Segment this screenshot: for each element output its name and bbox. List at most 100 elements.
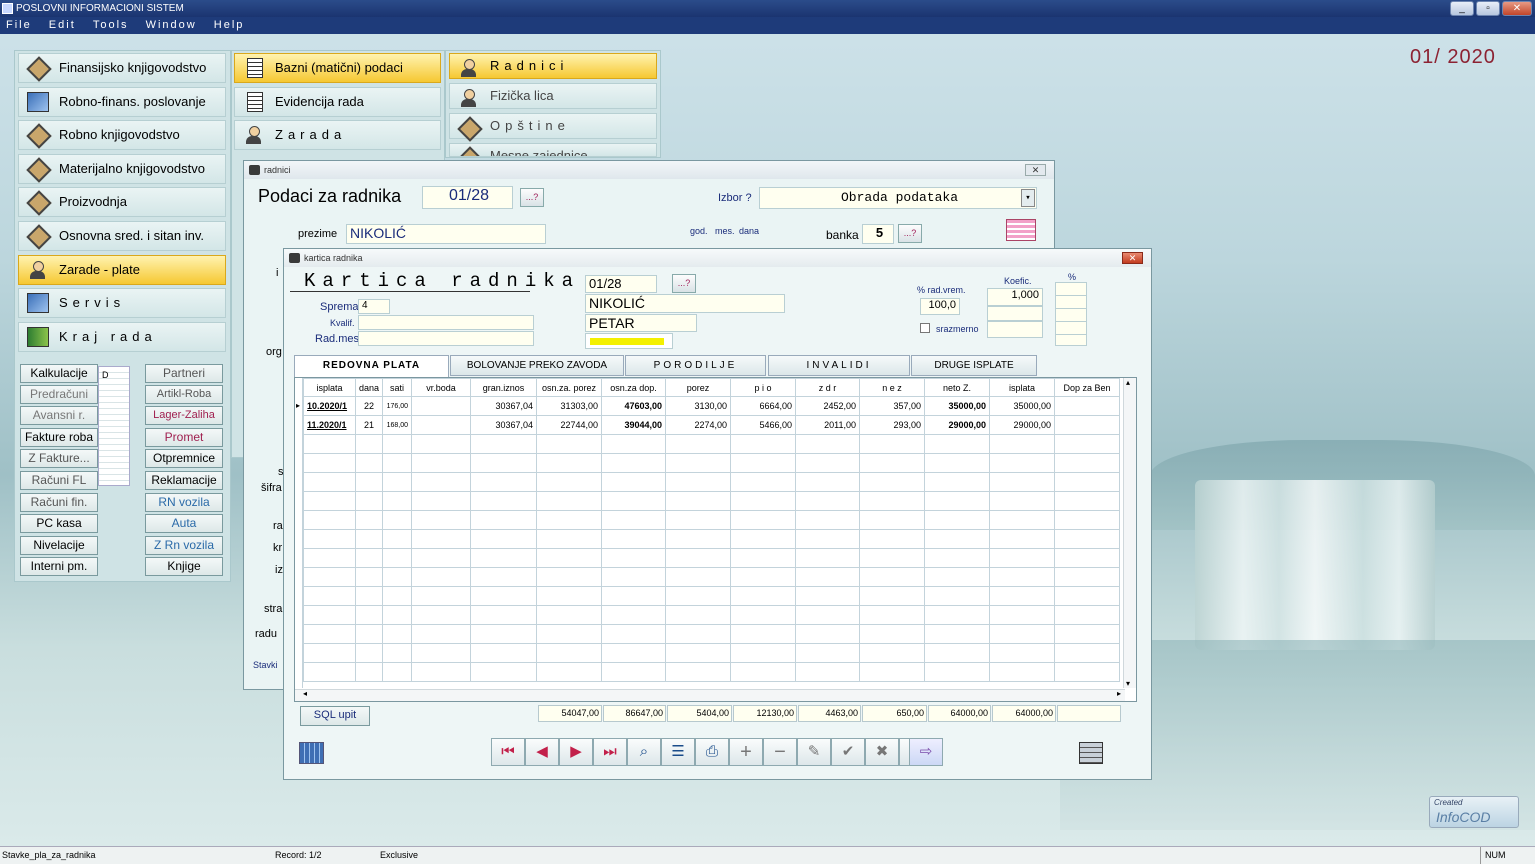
module-kraj-rada[interactable]: Kraj rada (18, 322, 226, 352)
column-header[interactable]: isplata (989, 378, 1056, 397)
table-cell[interactable] (924, 434, 991, 454)
table-cell[interactable] (354, 586, 384, 606)
scroll-up-icon[interactable]: ▴ (1126, 378, 1130, 387)
table-cell[interactable] (859, 605, 926, 625)
table-cell[interactable] (411, 453, 472, 473)
remove-icon[interactable]: − (763, 738, 797, 766)
table-cell[interactable] (665, 491, 732, 511)
table-row[interactable]: 10.2020/1 22 176,00 30367,04 31303,00 47603,0… (303, 396, 1121, 416)
basedata-mesne-zajednice[interactable]: Mesne zajednice (449, 143, 657, 157)
module-servis[interactable]: Servis (18, 288, 226, 318)
table-cell[interactable] (303, 643, 356, 663)
table-cell[interactable] (536, 586, 603, 606)
table-cell[interactable] (470, 586, 538, 606)
table-cell[interactable] (1054, 586, 1121, 606)
submodule-zarada[interactable]: Zarada (234, 120, 441, 150)
rn-vozila-button[interactable]: RN vozila (145, 493, 223, 512)
table-cell[interactable] (470, 491, 538, 511)
table-cell[interactable] (470, 605, 538, 625)
table-cell[interactable] (536, 472, 603, 492)
table-cell[interactable] (382, 434, 413, 454)
table-cell[interactable] (859, 624, 926, 644)
table-cell[interactable] (536, 434, 603, 454)
reklamacije-button[interactable]: Reklamacije (145, 471, 223, 490)
table-cell[interactable] (795, 529, 861, 549)
table-cell[interactable] (989, 472, 1056, 492)
table-cell[interactable] (354, 643, 384, 663)
radnici-close-button[interactable]: ✕ (1025, 164, 1046, 176)
table-cell[interactable] (665, 453, 732, 473)
table-cell[interactable] (665, 586, 732, 606)
table-cell[interactable] (924, 453, 991, 473)
table-cell[interactable] (303, 491, 356, 511)
table-cell[interactable] (1054, 510, 1121, 530)
table-cell[interactable] (924, 605, 991, 625)
table-cell[interactable] (601, 529, 667, 549)
table-cell[interactable] (354, 453, 384, 473)
srazmerno-checkbox[interactable] (920, 323, 930, 333)
table-cell[interactable] (1054, 415, 1121, 435)
interni-pm-button[interactable]: Interni pm. (20, 557, 98, 576)
table-cell[interactable]: 29000,00 (989, 415, 1056, 435)
table-cell[interactable] (795, 548, 861, 568)
table-cell[interactable] (536, 605, 603, 625)
table-cell[interactable]: 31303,00 (536, 396, 603, 416)
column-header[interactable]: vr.boda (411, 378, 472, 397)
column-header[interactable]: porez (665, 378, 732, 397)
table-cell[interactable] (382, 529, 413, 549)
table-cell[interactable] (411, 396, 472, 416)
table-cell[interactable] (536, 643, 603, 663)
table-cell[interactable] (730, 605, 797, 625)
table-cell[interactable]: 168,00 (382, 415, 413, 435)
table-cell[interactable] (536, 567, 603, 587)
table-cell[interactable] (470, 643, 538, 663)
print-icon[interactable]: ⎙ (695, 738, 729, 766)
table-cell[interactable] (924, 548, 991, 568)
table-cell[interactable] (470, 567, 538, 587)
table-cell[interactable] (730, 643, 797, 663)
sprema-field[interactable]: 4 (358, 299, 390, 314)
table-cell[interactable] (303, 453, 356, 473)
table-cell[interactable] (601, 643, 667, 663)
table-cell[interactable] (536, 624, 603, 644)
table-cell[interactable] (536, 453, 603, 473)
table-cell[interactable] (382, 605, 413, 625)
lager-zaliha-button[interactable]: Lager-Zaliha (145, 406, 223, 425)
radnici-id-field[interactable]: 01/28 (422, 186, 513, 209)
table-cell[interactable] (601, 624, 667, 644)
table-cell[interactable] (601, 567, 667, 587)
table-cell[interactable] (859, 491, 926, 511)
table-cell[interactable] (303, 548, 356, 568)
table-cell[interactable] (924, 643, 991, 663)
table-cell[interactable] (730, 491, 797, 511)
menu-help[interactable]: Help (214, 19, 245, 31)
fakture-roba-button[interactable]: Fakture roba (20, 428, 98, 447)
list-icon[interactable] (1006, 219, 1036, 241)
table-cell[interactable] (795, 567, 861, 587)
table-cell[interactable] (859, 434, 926, 454)
table-cell[interactable] (924, 510, 991, 530)
otpremnice-button[interactable]: Otpremnice (145, 449, 223, 468)
table-cell[interactable] (1054, 472, 1121, 492)
table-cell[interactable]: 357,00 (859, 396, 926, 416)
pc-kasa-button[interactable]: PC kasa (20, 514, 98, 533)
table-cell[interactable] (730, 453, 797, 473)
confirm-icon[interactable]: ✔ (831, 738, 865, 766)
table-cell[interactable] (601, 548, 667, 568)
column-header[interactable]: osn.za dop. (601, 378, 667, 397)
table-cell[interactable] (354, 491, 384, 511)
table-cell[interactable] (601, 491, 667, 511)
column-header[interactable]: isplata (303, 378, 356, 397)
table-cell[interactable] (859, 643, 926, 663)
table-cell[interactable] (1054, 624, 1121, 644)
next-record-icon[interactable]: ▶ (559, 738, 593, 766)
table-cell[interactable]: 5466,00 (730, 415, 797, 435)
column-header[interactable]: p i o (730, 378, 797, 397)
table-cell[interactable] (382, 453, 413, 473)
table-cell[interactable] (411, 567, 472, 587)
table-cell[interactable] (989, 643, 1056, 663)
table-cell[interactable] (536, 548, 603, 568)
table-cell[interactable] (859, 586, 926, 606)
promet-button[interactable]: Promet (145, 428, 223, 447)
table-cell[interactable] (411, 434, 472, 454)
